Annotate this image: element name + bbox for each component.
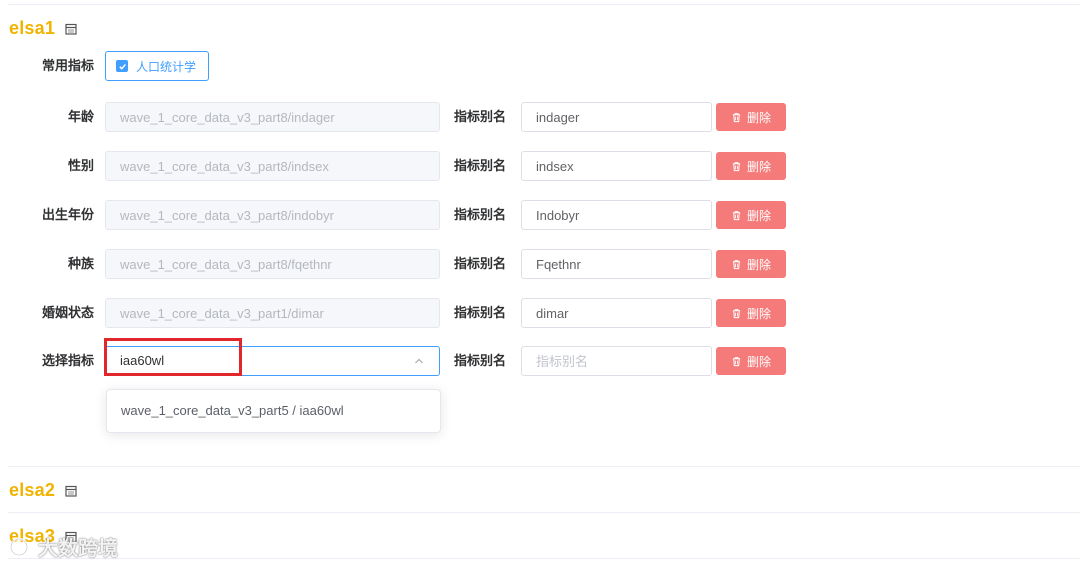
delete-button[interactable]: 删除 bbox=[716, 299, 786, 327]
section-name: elsa2 bbox=[9, 480, 56, 500]
alias-label: 指标别名 bbox=[454, 256, 507, 271]
section-divider bbox=[8, 558, 1080, 559]
indicator-path-input bbox=[105, 298, 440, 328]
alias-label: 指标别名 bbox=[454, 109, 507, 124]
section-divider bbox=[8, 512, 1080, 513]
delete-label: 删除 bbox=[746, 208, 771, 223]
watermark-logo-icon bbox=[9, 537, 29, 556]
watermark-text: 大数跨境 bbox=[38, 538, 118, 560]
common-indicators-label: 常用指标 bbox=[41, 58, 94, 73]
alias-input-empty[interactable] bbox=[521, 346, 712, 376]
alias-input[interactable] bbox=[521, 298, 712, 328]
trash-icon bbox=[732, 161, 741, 171]
indicator-select-value: iaa60wl bbox=[120, 353, 165, 368]
indicator-path-input bbox=[105, 249, 440, 279]
indicator-path-input bbox=[105, 151, 440, 181]
calendar-icon[interactable] bbox=[65, 485, 77, 497]
row-label-ethnicity: 种族 bbox=[67, 256, 94, 271]
alias-label: 指标别名 bbox=[454, 305, 507, 320]
delete-label: 删除 bbox=[746, 354, 771, 369]
alias-label: 指标别名 bbox=[454, 353, 507, 368]
trash-icon bbox=[732, 112, 741, 122]
trash-icon bbox=[732, 210, 741, 220]
dropdown-option[interactable]: wave_1_core_data_v3_part5 / iaa60wl bbox=[107, 390, 440, 432]
delete-label: 删除 bbox=[746, 110, 771, 125]
row-label-age: 年龄 bbox=[67, 109, 94, 124]
delete-button[interactable]: 删除 bbox=[716, 152, 786, 180]
calendar-icon[interactable] bbox=[65, 23, 77, 35]
alias-input[interactable] bbox=[521, 102, 712, 132]
delete-label: 删除 bbox=[746, 159, 771, 174]
checkbox-label: 人口统计学 bbox=[136, 59, 197, 74]
section-divider bbox=[8, 466, 1080, 467]
section-name: elsa1 bbox=[9, 18, 56, 38]
delete-label: 删除 bbox=[746, 306, 771, 321]
trash-icon bbox=[732, 356, 741, 366]
delete-label: 删除 bbox=[746, 257, 771, 272]
top-divider bbox=[8, 4, 1080, 5]
indicator-path-input bbox=[105, 102, 440, 132]
section-title-elsa1[interactable]: elsa1 bbox=[9, 18, 77, 39]
indicator-dropdown: wave_1_core_data_v3_part5 / iaa60wl bbox=[106, 389, 441, 433]
alias-label: 指标别名 bbox=[454, 158, 507, 173]
delete-button[interactable]: 删除 bbox=[716, 201, 786, 229]
select-indicator-label: 选择指标 bbox=[41, 353, 94, 368]
section-title-elsa2[interactable]: elsa2 bbox=[9, 480, 77, 501]
alias-label: 指标别名 bbox=[454, 207, 507, 222]
checkbox-checked-icon bbox=[116, 60, 128, 72]
alias-input[interactable] bbox=[521, 151, 712, 181]
delete-button[interactable]: 删除 bbox=[716, 103, 786, 131]
trash-icon bbox=[732, 308, 741, 318]
chevron-up-icon[interactable] bbox=[413, 355, 425, 367]
trash-icon bbox=[732, 259, 741, 269]
demographics-checkbox[interactable]: 人口统计学 bbox=[105, 51, 209, 81]
row-label-marital-status: 婚姻状态 bbox=[41, 305, 94, 320]
watermark: 大数跨境 bbox=[8, 532, 118, 561]
row-label-birth-year: 出生年份 bbox=[41, 207, 94, 222]
row-label-sex: 性别 bbox=[67, 158, 94, 173]
delete-button[interactable]: 删除 bbox=[716, 347, 786, 375]
alias-input[interactable] bbox=[521, 249, 712, 279]
indicator-path-input bbox=[105, 200, 440, 230]
delete-button[interactable]: 删除 bbox=[716, 250, 786, 278]
alias-input[interactable] bbox=[521, 200, 712, 230]
indicator-select[interactable]: iaa60wl bbox=[105, 346, 440, 376]
